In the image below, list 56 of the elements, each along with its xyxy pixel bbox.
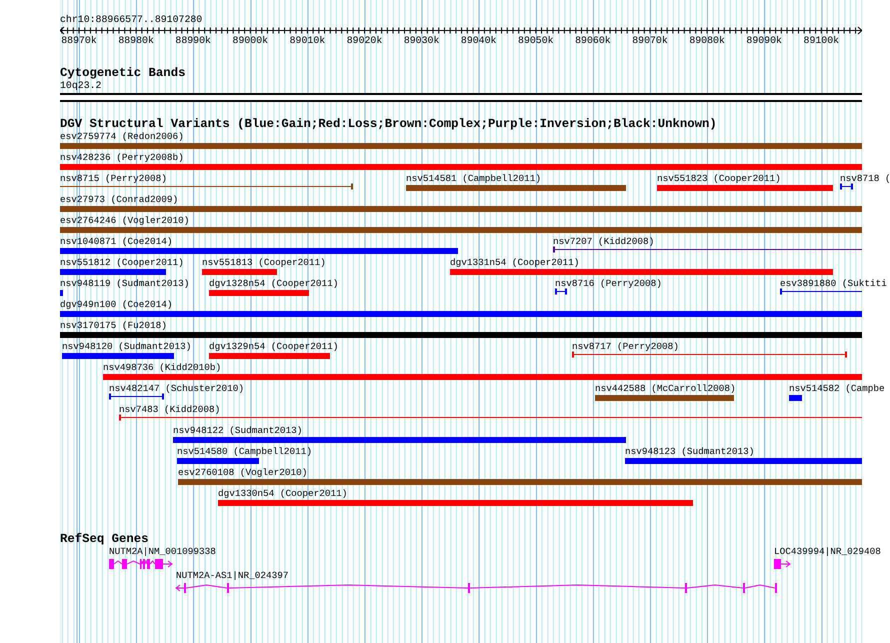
ruler-tick-label: 89070k bbox=[632, 35, 668, 46]
variant-label: nsv948122 (Sudmant2013) bbox=[173, 425, 302, 436]
band-label: 10q23.2 bbox=[60, 80, 102, 91]
ruler-tick-label: 89060k bbox=[575, 35, 611, 46]
variant-label: nsv7483 (Kidd2008) bbox=[119, 404, 220, 415]
ruler-tick-label: 89010k bbox=[290, 35, 326, 46]
variant-label: nsv948119 (Sudmant2013) bbox=[60, 278, 190, 289]
variant-label: nsv442588 (McCarroll2008) bbox=[595, 383, 736, 394]
variant-label: nsv948123 (Sudmant2013) bbox=[625, 446, 754, 457]
variant-label: dgv1329n54 (Cooper2011) bbox=[209, 341, 338, 352]
variant-label: esv2764246 (Vogler2010) bbox=[60, 215, 190, 226]
variant-label: dgv1330n54 (Cooper2011) bbox=[218, 488, 348, 499]
variant-label: nsv514580 (Campbell2011) bbox=[177, 446, 312, 457]
ruler-tick-label: 88980k bbox=[118, 35, 154, 46]
ruler-tick-label: 89090k bbox=[746, 35, 782, 46]
variant-label: nsv8716 (Perry2008) bbox=[555, 278, 662, 289]
gene-model-drawing bbox=[774, 559, 790, 569]
variant-label: dgv1331n54 (Cooper2011) bbox=[450, 257, 580, 268]
variant-label: nsv1040871 (Coe2014) bbox=[60, 236, 173, 247]
variant-label: nsv3170175 (Fu2018) bbox=[60, 320, 167, 331]
variant-label: esv3891880 (Suktiti bbox=[780, 278, 887, 289]
ruler-tick-label: 89080k bbox=[689, 35, 725, 46]
ruler-tick-label: 89100k bbox=[804, 35, 840, 46]
gene-label: LOC439994|NR_029408 bbox=[774, 546, 881, 557]
ruler-tick-label: 89020k bbox=[346, 35, 382, 46]
ruler-tick-label: 89040k bbox=[460, 35, 496, 46]
ruler-tick-label: 89000k bbox=[232, 35, 268, 46]
variant-label: nsv8718 ( bbox=[840, 173, 890, 184]
variant-label: nsv948120 (Sudmant2013) bbox=[62, 341, 192, 352]
variant-label: nsv8717 (Perry2008) bbox=[572, 341, 679, 352]
variant-label: nsv7207 (Kidd2008) bbox=[553, 236, 654, 247]
variant-label: nsv551813 (Cooper2011) bbox=[202, 257, 326, 268]
variant-label: dgv1328n54 (Cooper2011) bbox=[209, 278, 338, 289]
ruler-tick-label: 89050k bbox=[518, 35, 554, 46]
location-text: chr10:88966577..89107280 bbox=[60, 14, 202, 25]
variant-label: nsv8715 (Perry2008) bbox=[60, 173, 167, 184]
variant-label: nsv514582 (Campbe bbox=[789, 383, 885, 394]
track-title: RefSeq Genes bbox=[60, 533, 149, 546]
ruler-tick-label: 88990k bbox=[175, 35, 211, 46]
gene-label: NUTM2A|NM_001099338 bbox=[109, 546, 216, 557]
ruler-tick-label: 89030k bbox=[404, 35, 440, 46]
gene-label: NUTM2A-AS1|NR_024397 bbox=[176, 570, 289, 581]
variant-label: nsv551812 (Cooper2011) bbox=[60, 257, 184, 268]
track-title: Cytogenetic Bands bbox=[60, 67, 186, 80]
variant-label: nsv482147 (Schuster2010) bbox=[109, 383, 244, 394]
variant-label: esv2759774 (Redon2006) bbox=[60, 131, 184, 142]
variant-label: esv27973 (Conrad2009) bbox=[60, 194, 178, 205]
ruler-tick-label: 88970k bbox=[61, 35, 97, 46]
track-title: DGV Structural Variants (Blue:Gain;Red:Loss;Brown:Complex;Purple:Inversion;Black:Unknown) bbox=[60, 118, 717, 131]
variant-label: nsv428236 (Perry2008b) bbox=[60, 152, 184, 163]
variant-label: dgv949n100 (Coe2014) bbox=[60, 299, 173, 310]
variant-label: nsv551823 (Cooper2011) bbox=[657, 173, 781, 184]
variant-label: nsv498736 (Kidd2010b) bbox=[103, 362, 222, 373]
variant-label: esv2760108 (Vogler2010) bbox=[178, 467, 308, 478]
variant-label: nsv514581 (Campbell2011) bbox=[406, 173, 542, 184]
gene-model-drawing bbox=[109, 559, 172, 569]
